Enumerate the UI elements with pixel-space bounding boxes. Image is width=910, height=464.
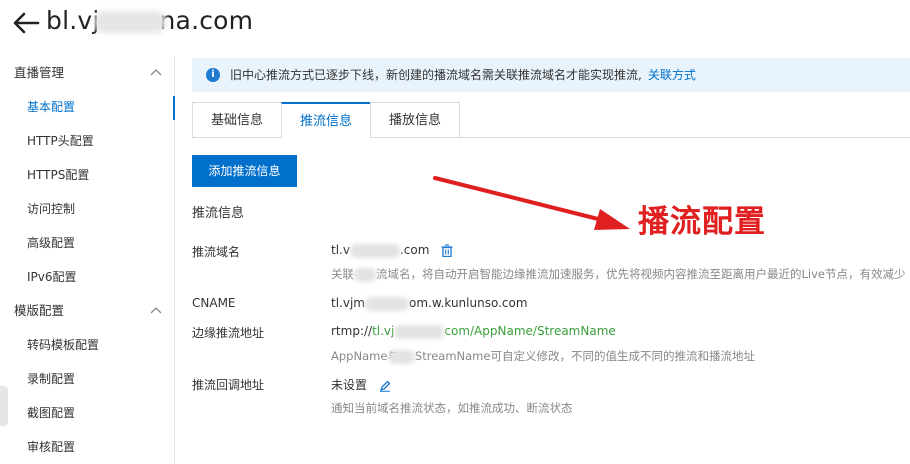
annotation-arrow-icon [433,176,630,230]
add-push-info-button[interactable]: 添加推流信息 [192,155,297,187]
push-callback-value: 未设置 [331,376,391,393]
tab-push-info[interactable]: 推流信息 [281,102,371,139]
notice-link[interactable]: 关联方式 [648,68,696,82]
chevron-up-icon [150,307,162,314]
sidebar-item-transcode[interactable]: 转码模板配置 [0,328,174,362]
page-header: bl.vj na.com [0,0,910,50]
sidebar-item-access-control[interactable]: 访问控制 [0,192,174,226]
sidebar-group-template-config[interactable]: 模版配置 [0,294,174,328]
push-domain-description: 关联 流域名，将自动开启智能边缘推流加速服务，优先将视频内容推流至距离用户最近的L… [331,267,906,282]
push-callback-description: 通知当前域名推流状态，如推流成功、断流状态 [331,401,573,415]
info-icon: i [206,68,220,82]
edge-push-address-label: 边缘推流地址 [192,326,265,340]
redacted-blur [349,243,400,258]
redacted-blur [394,324,445,339]
sidebar-item-https[interactable]: HTTPS配置 [0,158,174,192]
page-title: bl.vj na.com [46,6,254,35]
sidebar-collapse-handle[interactable] [0,386,8,426]
redacted-blur [93,11,166,33]
back-arrow-icon[interactable] [12,10,40,36]
sidebar-item-basic-config[interactable]: 基本配置 [0,90,175,124]
tab-bar: 基础信息 推流信息 播放信息 [192,102,910,139]
notice-text: 旧中心推流方式已逐步下线，新创建的播流域名需关联推流域名才能实现推流, [230,68,642,82]
edge-push-address-value: rtmp://tl.vj com/AppName/StreamName [331,324,616,339]
notice-banner: i 旧中心推流方式已逐步下线，新创建的播流域名需关联推流域名才能实现推流, 关联方… [192,58,910,92]
redacted-blur [364,296,409,311]
delete-icon[interactable] [441,244,453,257]
push-callback-label: 推流回调地址 [192,378,265,392]
tab-basic-info[interactable]: 基础信息 [192,102,282,138]
cname-value: tl.vjm om.w.kunlunso.com [331,296,528,311]
sidebar-item-review[interactable]: 审核配置 [0,430,174,464]
sidebar-item-record[interactable]: 录制配置 [0,362,174,396]
redacted-blur [388,349,415,364]
push-domain-value: tl.v .com [331,243,453,258]
chevron-up-icon [150,69,162,76]
sidebar-item-ipv6[interactable]: IPv6配置 [0,260,174,294]
section-title: 推流信息 [192,206,245,221]
sidebar-item-snapshot[interactable]: 截图配置 [0,396,174,430]
edit-icon[interactable] [379,380,391,392]
push-domain-label: 推流域名 [192,245,241,259]
redacted-blur [354,267,376,282]
sidebar-item-advanced[interactable]: 高级配置 [0,226,174,260]
edge-push-address-description: AppName与 StreamName可自定义修改，不同的值生成不同的推流和播流地… [331,349,755,364]
sidebar: 直播管理 基本配置 HTTP头配置 HTTPS配置 访问控制 高级配置 IPv6… [0,56,175,464]
sidebar-group-live-management[interactable]: 直播管理 [0,56,174,90]
sidebar-item-http-header[interactable]: HTTP头配置 [0,124,174,158]
tab-play-info[interactable]: 播放信息 [370,102,460,138]
annotation-label: 播流配置 [638,204,766,240]
cname-label: CNAME [192,296,236,310]
